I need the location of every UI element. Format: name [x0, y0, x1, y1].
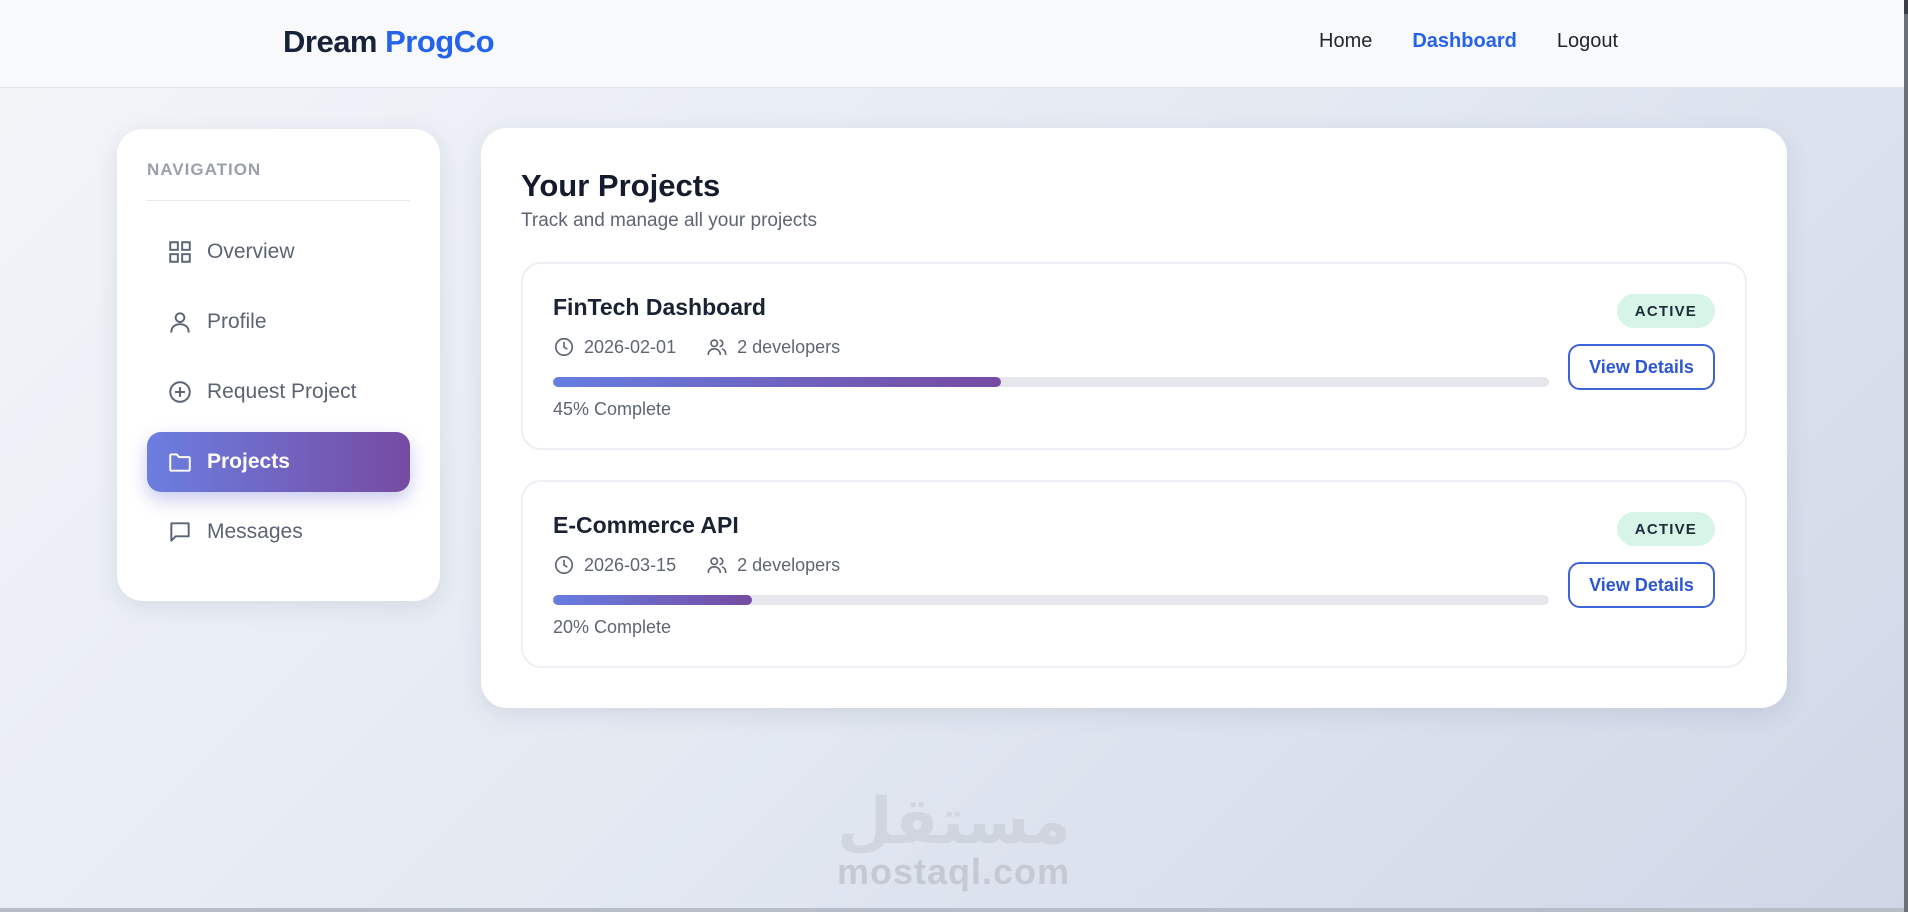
progress-bar	[553, 377, 1549, 387]
project-meta: 2026-03-15 2 developers	[553, 554, 870, 576]
sidebar-item-label: Profile	[207, 310, 267, 333]
sidebar-item-profile[interactable]: Profile	[147, 292, 410, 352]
watermark-logo: مستقل	[838, 785, 1070, 859]
nav-home-link[interactable]: Home	[1319, 30, 1372, 53]
project-name: FinTech Dashboard	[553, 294, 766, 320]
project-name: E-Commerce API	[553, 512, 739, 538]
project-developers: 2 developers	[737, 554, 841, 575]
users-icon	[707, 557, 727, 574]
sidebar-item-label: Overview	[207, 240, 295, 263]
sidebar-divider	[147, 200, 410, 201]
progress-label: 45% Complete	[553, 399, 672, 419]
projects-panel: Your Projects Track and manage all your …	[481, 128, 1787, 708]
project-meta: 2026-02-01 2 developers	[553, 336, 870, 358]
sidebar-item-label: Messages	[207, 520, 303, 543]
project-developers: 2 developers	[737, 336, 841, 357]
clock-icon	[554, 555, 574, 575]
sidebar-item-overview[interactable]: Overview	[147, 222, 410, 282]
watermark-text: mostaql.com	[837, 851, 1071, 892]
vertical-scrollbar[interactable]	[1904, 0, 1908, 912]
grid-icon	[167, 239, 193, 265]
status-badge: ACTIVE	[1616, 512, 1715, 546]
sidebar-heading: NAVIGATION	[147, 160, 262, 179]
project-date: 2026-03-15	[584, 554, 677, 575]
sidebar-item-projects[interactable]: Projects	[147, 432, 410, 492]
watermark-logo-text: مستقل	[838, 785, 1070, 859]
top-nav: Home Dashboard Logout	[1319, 30, 1618, 53]
progress-fill	[553, 377, 1002, 387]
project-card: E-Commerce API 2026-03-15 2 developers 2…	[521, 480, 1747, 668]
view-details-button[interactable]: View Details	[1568, 562, 1715, 608]
status-badge: ACTIVE	[1616, 294, 1715, 328]
clock-icon	[554, 337, 574, 357]
brand-part1: Dream	[283, 24, 378, 59]
progress-label: 20% Complete	[553, 617, 672, 637]
brand-part2: ProgCo	[385, 24, 495, 59]
sidebar-item-request-project[interactable]: Request Project	[147, 362, 410, 422]
brand-logo[interactable]: Dream ProgCo	[283, 24, 495, 60]
sidebar-item-label: Projects	[207, 450, 290, 473]
view-details-button[interactable]: View Details	[1568, 344, 1715, 390]
sidebar: NAVIGATION Overview Profile Request Proj…	[117, 129, 440, 601]
sidebar-menu: Overview Profile Request Project Project…	[147, 222, 410, 572]
nav-dashboard-link[interactable]: Dashboard	[1412, 30, 1516, 53]
progress-fill	[553, 595, 753, 605]
user-icon	[167, 309, 193, 335]
project-date: 2026-02-01	[584, 336, 677, 357]
plus-circle-icon	[167, 379, 193, 405]
users-icon	[707, 339, 727, 356]
page-title: Your Projects	[521, 168, 721, 203]
nav-logout-link[interactable]: Logout	[1557, 30, 1618, 53]
folder-icon	[167, 449, 193, 475]
scroll-up-arrow[interactable]	[1904, 0, 1908, 14]
sidebar-item-messages[interactable]: Messages	[147, 502, 410, 562]
message-icon	[167, 519, 193, 545]
progress-bar	[553, 595, 1549, 605]
page-subtitle: Track and manage all your projects	[521, 210, 818, 231]
project-card: FinTech Dashboard 2026-02-01 2 developer…	[521, 262, 1747, 450]
window-bottom-edge	[0, 908, 1904, 912]
top-header: Dream ProgCo Home Dashboard Logout	[0, 0, 1904, 88]
sidebar-item-label: Request Project	[207, 380, 357, 403]
